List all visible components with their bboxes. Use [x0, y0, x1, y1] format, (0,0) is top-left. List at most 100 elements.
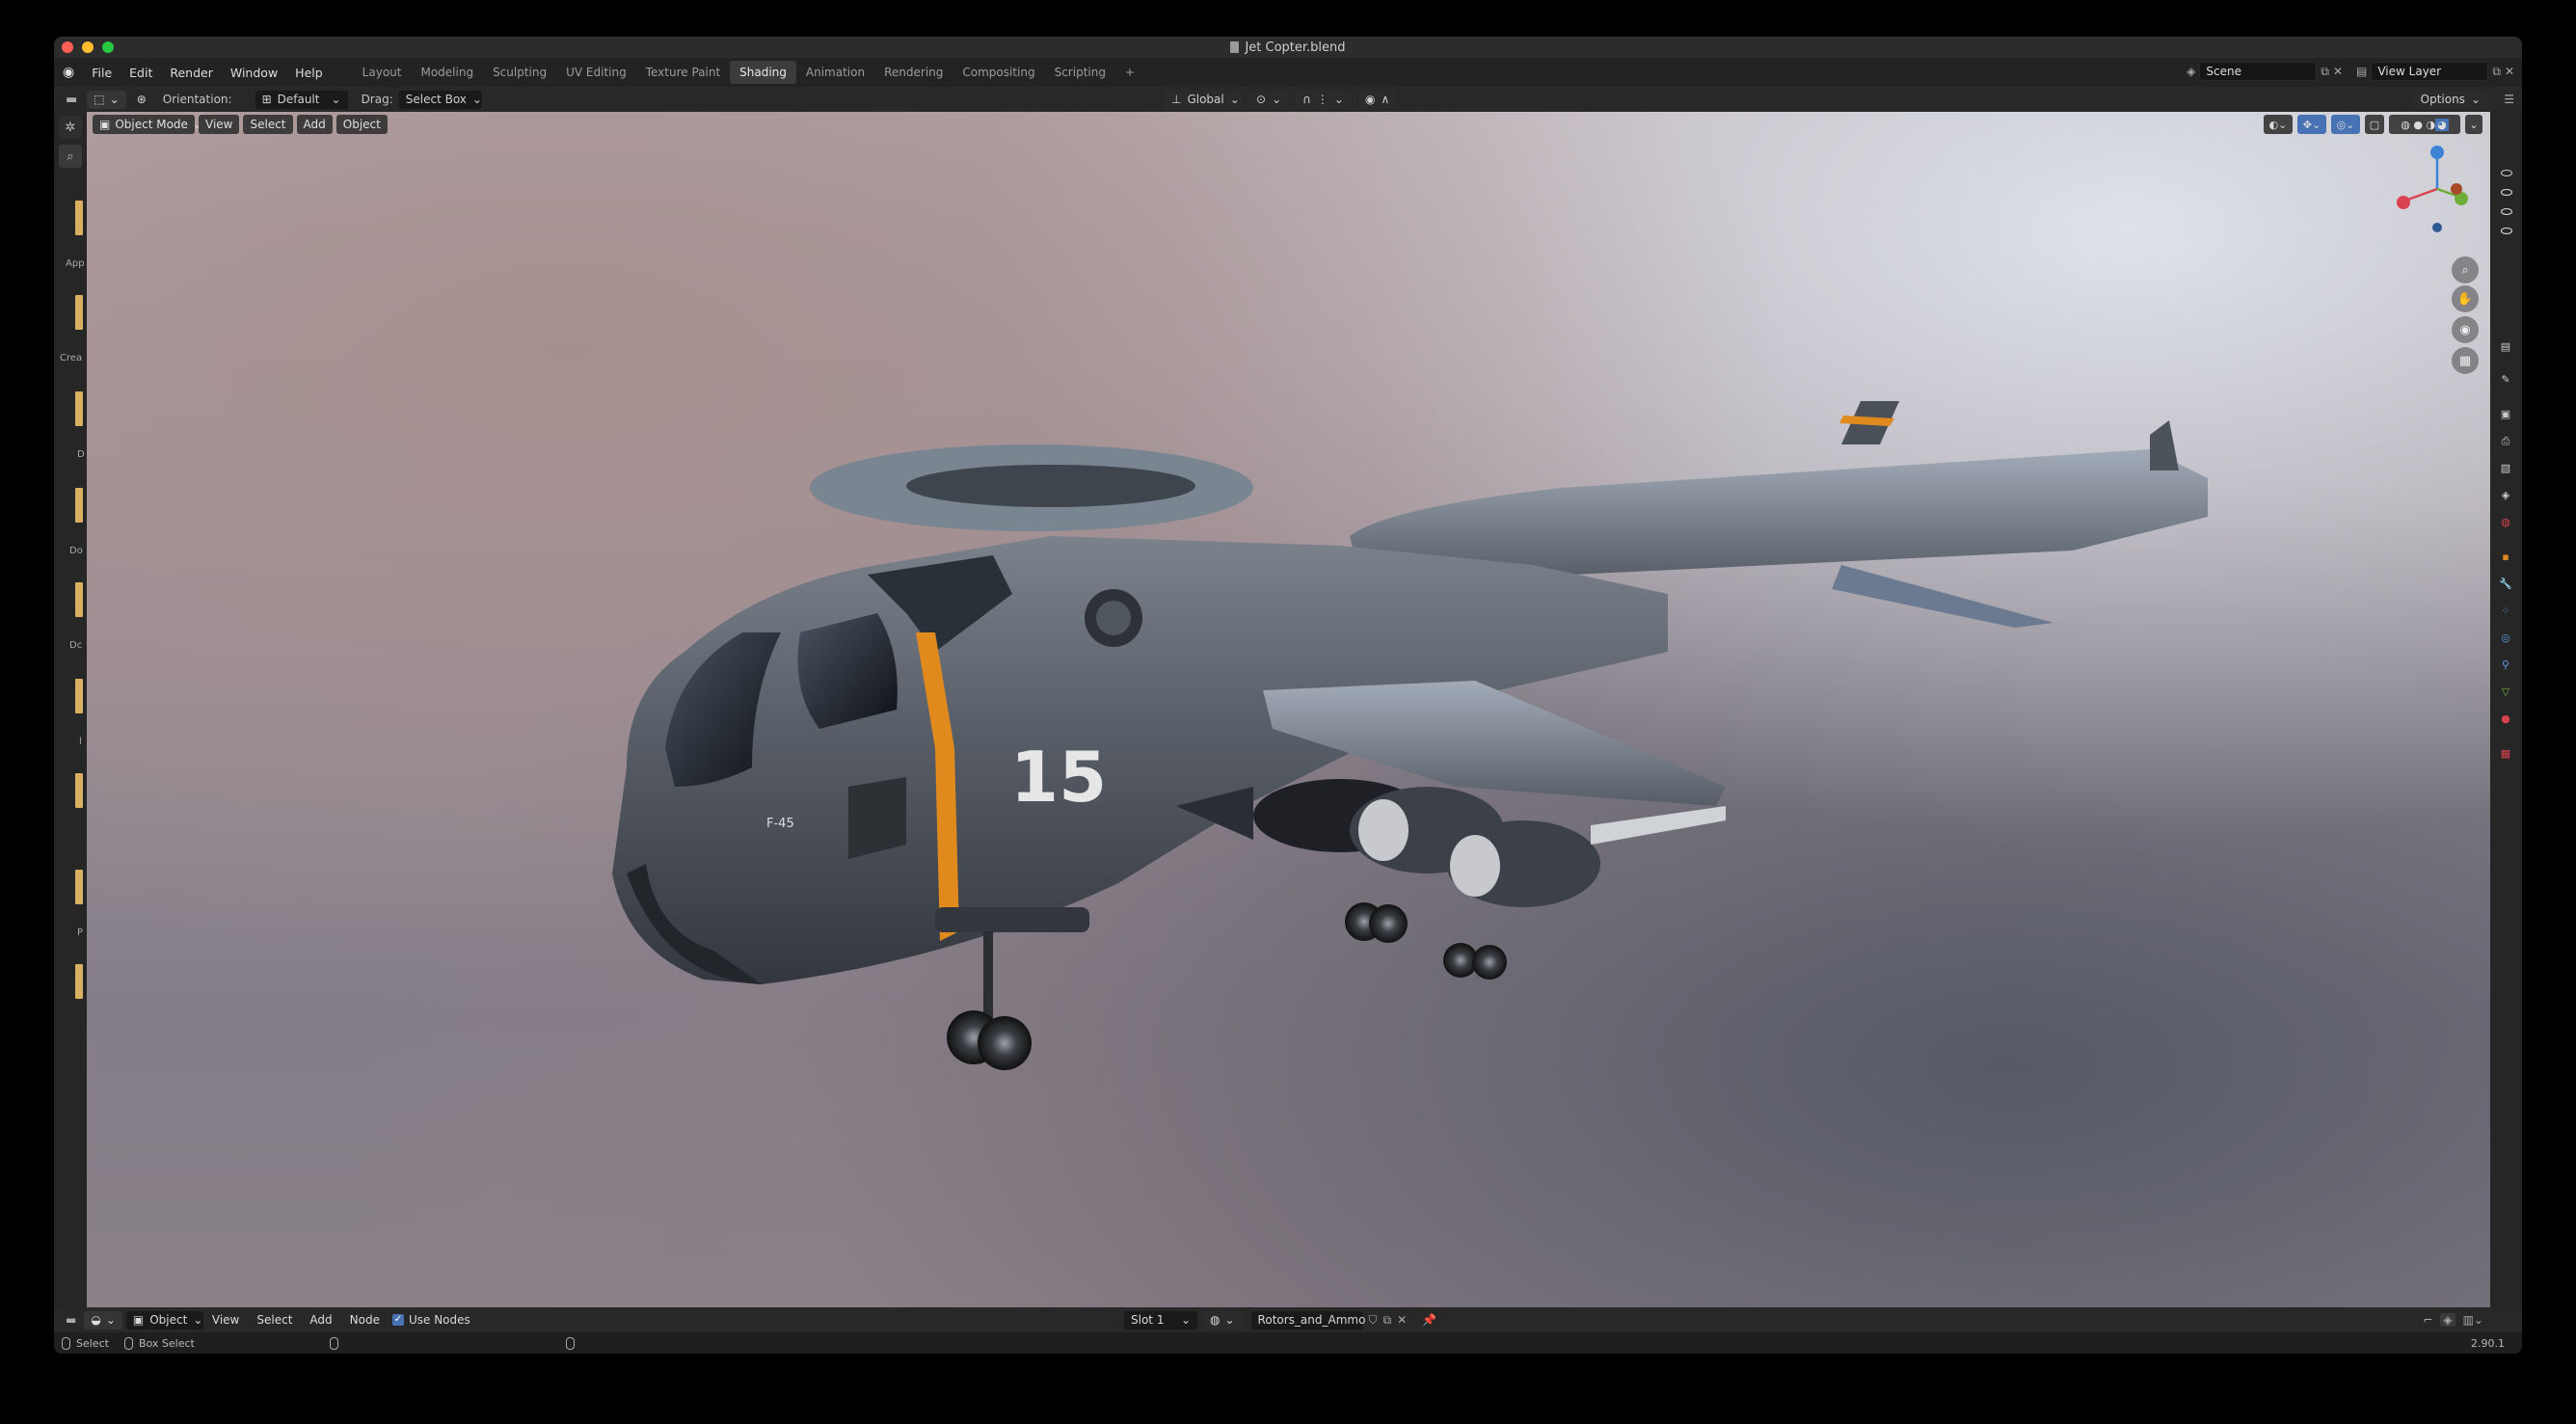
node-menu-select[interactable]: Select: [248, 1313, 301, 1327]
overlay-options-icon[interactable]: ▥⌄: [2463, 1313, 2483, 1327]
checkbox-checked-icon[interactable]: ✓: [391, 1314, 404, 1326]
transform-orientation-dropdown[interactable]: ⊥ Global ⌄: [1165, 90, 1242, 109]
visibility-eye-icon[interactable]: [2501, 228, 2512, 234]
visibility-eye-icon[interactable]: [2501, 170, 2512, 176]
drag-dropdown[interactable]: Select Box ⌄: [398, 90, 482, 109]
output-properties-icon[interactable]: ⎙: [2498, 434, 2513, 449]
tab-rendering[interactable]: Rendering: [874, 61, 953, 84]
search-icon[interactable]: ⌕: [59, 145, 82, 168]
tab-layout[interactable]: Layout: [353, 61, 412, 84]
view-layer-icon[interactable]: ▤: [2356, 65, 2367, 78]
visibility-eye-icon[interactable]: [2501, 208, 2512, 215]
scene-icon[interactable]: ◈: [2187, 65, 2195, 78]
asset-thumbnail[interactable]: [75, 488, 83, 523]
duplicate-material-icon[interactable]: ⧉: [1383, 1313, 1392, 1328]
snap-icon[interactable]: ⌐: [2423, 1313, 2432, 1327]
z-axis-handle[interactable]: [2430, 146, 2444, 159]
backdrop-icon[interactable]: ◈: [2440, 1313, 2455, 1327]
node-menu-view[interactable]: View: [203, 1313, 248, 1327]
editor-type-icon[interactable]: ▬: [66, 1313, 76, 1327]
asset-thumbnail[interactable]: [75, 870, 83, 904]
asset-thumbnail[interactable]: [75, 582, 83, 617]
pivot-point-dropdown[interactable]: ⊙ ⌄: [1249, 90, 1289, 109]
physics-properties-icon[interactable]: ◎: [2498, 631, 2513, 646]
new-view-layer-icon[interactable]: ⧉: [2492, 65, 2501, 79]
shader-type-dropdown[interactable]: ◒ ⌄: [84, 1310, 122, 1330]
tab-scripting[interactable]: Scripting: [1045, 61, 1115, 84]
camera-view-icon[interactable]: ◉: [2452, 316, 2479, 343]
menu-render[interactable]: Render: [161, 66, 222, 80]
menu-edit[interactable]: Edit: [121, 66, 161, 80]
viewport-menu-view[interactable]: View: [199, 115, 240, 134]
tab-animation[interactable]: Animation: [796, 61, 874, 84]
menu-file[interactable]: File: [83, 66, 121, 80]
delete-scene-icon[interactable]: ✕: [2333, 65, 2343, 78]
unlink-material-icon[interactable]: ✕: [1397, 1313, 1407, 1327]
minimize-button[interactable]: [82, 41, 94, 53]
asset-thumbnail[interactable]: [75, 964, 83, 999]
properties-editor-icon[interactable]: ▤: [2498, 339, 2513, 355]
world-properties-icon[interactable]: ◍: [2498, 515, 2513, 530]
asset-browser-icon[interactable]: ✲: [59, 116, 82, 139]
particles-properties-icon[interactable]: ⁘: [2498, 604, 2513, 619]
tab-shading[interactable]: Shading: [730, 61, 796, 84]
viewport-menu-select[interactable]: Select: [243, 115, 293, 134]
tab-compositing[interactable]: Compositing: [953, 61, 1044, 84]
select-tool-dropdown[interactable]: ⬚ ⌄: [87, 90, 126, 109]
visibility-eye-icon[interactable]: [2501, 189, 2512, 196]
close-button[interactable]: [62, 41, 73, 53]
view-layer-properties-icon[interactable]: ▧: [2498, 461, 2513, 476]
material-name-field[interactable]: Rotors_and_Ammo: [1250, 1310, 1365, 1330]
xray-toggle-icon[interactable]: ▢: [2365, 115, 2384, 134]
overlay-toggle-icon[interactable]: ◎⌄: [2331, 115, 2360, 134]
navigation-gizmo[interactable]: [2384, 141, 2490, 237]
tab-sculpting[interactable]: Sculpting: [483, 61, 556, 84]
object-type-dropdown[interactable]: ▣ Object ⌄: [125, 1310, 203, 1330]
proportional-edit-toggle[interactable]: ◉ ∧: [1357, 90, 1397, 109]
3d-viewport[interactable]: 15 F-45 ▣ Object Mode ⌄ View Select Add …: [87, 112, 2490, 1307]
tab-uv-editing[interactable]: UV Editing: [556, 61, 636, 84]
visibility-filter-icon[interactable]: ◐⌄: [2264, 115, 2293, 134]
material-browse-button[interactable]: ◍ ⌄: [1203, 1310, 1242, 1330]
zoom-icon[interactable]: ⌕: [2452, 256, 2479, 283]
material-properties-icon[interactable]: ●: [2498, 712, 2513, 727]
gizmo-toggle-icon[interactable]: ✥⌄: [2297, 115, 2326, 134]
blender-logo-icon[interactable]: ◉: [54, 65, 83, 80]
tab-modeling[interactable]: Modeling: [411, 61, 483, 84]
use-nodes-toggle[interactable]: ✓ Use Nodes: [391, 1313, 470, 1327]
viewport-menu-add[interactable]: Add: [296, 115, 333, 134]
asset-thumbnail[interactable]: [75, 679, 83, 713]
neg-y-axis-handle[interactable]: [2451, 183, 2462, 195]
viewport-menu-object[interactable]: Object: [335, 115, 388, 134]
file-browser-icon[interactable]: ▬: [66, 93, 77, 107]
orientation-dropdown[interactable]: ⊞ Default ⌄: [255, 90, 348, 109]
snap-toggle[interactable]: ∩ ⋮ ⌄: [1296, 90, 1351, 109]
asset-thumbnail[interactable]: [75, 391, 83, 426]
asset-thumbnail[interactable]: [75, 295, 83, 330]
data-properties-icon[interactable]: ▽: [2498, 685, 2513, 700]
scene-properties-icon[interactable]: ◈: [2498, 488, 2513, 503]
asset-thumbnail[interactable]: [75, 201, 83, 235]
menu-help[interactable]: Help: [286, 66, 332, 80]
sidebar-toggle-icon[interactable]: ☰: [2504, 93, 2514, 106]
delete-view-layer-icon[interactable]: ✕: [2505, 65, 2514, 78]
constraints-properties-icon[interactable]: ⚲: [2498, 658, 2513, 673]
shading-options-icon[interactable]: ⌄: [2465, 115, 2482, 134]
mode-dropdown[interactable]: ▣ Object Mode ⌄: [93, 115, 202, 134]
perspective-grid-icon[interactable]: ▦: [2452, 347, 2479, 374]
x-axis-handle[interactable]: [2397, 196, 2410, 209]
fake-user-shield-icon[interactable]: ⛉: [1369, 1313, 1378, 1328]
zoom-button[interactable]: [102, 41, 114, 53]
node-menu-add[interactable]: Add: [301, 1313, 340, 1327]
object-properties-icon[interactable]: ▪: [2498, 550, 2513, 565]
slot-dropdown[interactable]: Slot 1 ⌄: [1124, 1310, 1197, 1330]
shading-modes[interactable]: ◍ ● ◑ ◕: [2389, 115, 2460, 134]
render-properties-icon[interactable]: ▣: [2498, 407, 2513, 422]
neg-z-axis-handle[interactable]: [2432, 223, 2442, 232]
modifier-properties-icon[interactable]: 🔧: [2498, 577, 2513, 592]
new-scene-icon[interactable]: ⧉: [2321, 65, 2329, 79]
tab-texture-paint[interactable]: Texture Paint: [636, 61, 730, 84]
add-workspace-button[interactable]: +: [1115, 61, 1144, 84]
options-dropdown[interactable]: Options ⌄: [2413, 90, 2487, 109]
asset-thumbnail[interactable]: [75, 773, 83, 808]
